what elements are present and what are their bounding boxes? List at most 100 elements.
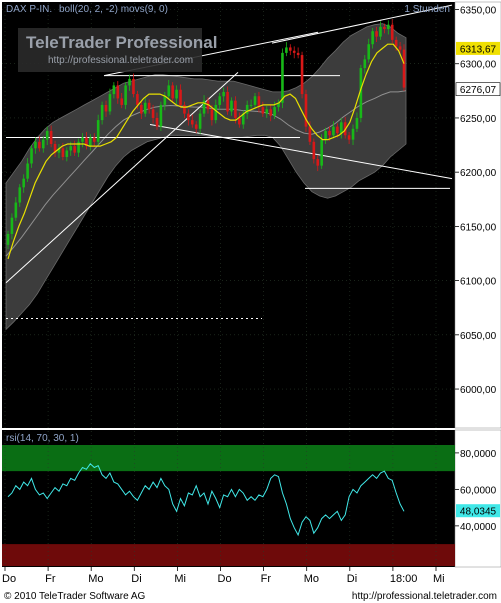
up-candle: [249, 104, 253, 106]
down-candle: [104, 104, 108, 112]
up-candle: [339, 122, 343, 134]
time-tick-label: Di: [347, 573, 357, 585]
time-tick-label: Mo: [88, 573, 103, 585]
down-candle: [347, 135, 351, 140]
down-candle: [394, 39, 398, 47]
up-candle: [18, 187, 22, 203]
up-candle: [379, 26, 382, 37]
down-candle: [328, 130, 331, 136]
up-candle: [253, 96, 257, 105]
up-candle: [163, 96, 167, 105]
down-candle: [61, 148, 65, 157]
rsi-tick-label: 80,0000: [460, 449, 497, 460]
down-candle: [383, 26, 386, 30]
down-candle: [312, 141, 316, 160]
rsi-tick-label: 60,0000: [460, 485, 497, 496]
down-candle: [120, 98, 124, 105]
up-candle: [230, 100, 233, 112]
up-candle: [371, 31, 374, 45]
up-candle: [100, 104, 104, 121]
up-candle: [41, 139, 45, 149]
down-candle: [92, 137, 96, 142]
up-candle: [363, 59, 367, 69]
up-candle: [324, 130, 327, 140]
time-tick-label: Mo: [304, 573, 319, 585]
up-candle: [34, 141, 37, 149]
up-candle: [45, 130, 49, 140]
down-candle: [187, 113, 190, 121]
time-tick-label: Fr: [45, 573, 56, 585]
down-candle: [136, 94, 139, 105]
time-tick-label: Do: [218, 573, 232, 585]
down-candle: [234, 100, 237, 118]
indicator-settings: boll(20, 2, -2) movs(9, 0): [59, 4, 168, 15]
time-tick-label: Mi: [174, 573, 186, 585]
up-candle: [69, 146, 73, 151]
price-tick-label: 6100,00: [460, 277, 497, 288]
down-candle: [375, 31, 378, 37]
down-candle: [292, 50, 296, 53]
down-candle: [261, 107, 265, 114]
secondary-price-value: 6276,07: [460, 85, 497, 96]
up-candle: [65, 150, 69, 157]
price-tick-label: 6000,00: [460, 385, 497, 396]
down-candle: [147, 102, 151, 110]
down-candle: [183, 104, 186, 114]
up-candle: [167, 85, 171, 97]
down-candle: [288, 47, 292, 51]
up-candle: [218, 96, 222, 105]
up-candle: [265, 109, 269, 114]
up-candle: [10, 217, 14, 234]
up-candle: [367, 44, 371, 60]
up-candle: [281, 52, 284, 103]
up-candle: [30, 148, 33, 164]
down-candle: [190, 120, 194, 125]
up-candle: [128, 78, 131, 86]
time-tick-label: 18:00: [390, 573, 418, 585]
watermark-title: TeleTrader Professional: [26, 33, 217, 52]
up-candle: [285, 47, 288, 53]
down-candle: [210, 109, 214, 121]
down-candle: [238, 117, 241, 125]
price-tick-label: 6150,00: [460, 222, 497, 233]
rsi-oversold-zone: [2, 544, 455, 566]
last-price-value: 6313,67: [460, 44, 497, 55]
price-tick-label: 6250,00: [460, 114, 497, 125]
footer-url[interactable]: http://professional.teletrader.com: [352, 591, 497, 602]
up-candle: [96, 120, 100, 142]
down-candle: [390, 24, 394, 40]
down-candle: [257, 96, 261, 108]
down-candle: [316, 159, 320, 166]
up-candle: [26, 163, 29, 179]
up-candle: [22, 178, 25, 188]
price-tick-label: 6300,00: [460, 60, 497, 71]
up-candle: [175, 89, 178, 99]
up-candle: [81, 137, 84, 142]
price-tick-label: 6200,00: [460, 168, 497, 179]
down-candle: [73, 146, 76, 153]
watermark-url: http://professional.teletrader.com: [48, 55, 193, 66]
down-candle: [116, 85, 120, 99]
instrument-name: DAX P-IN.: [6, 4, 52, 15]
price-tick-label: 6350,00: [460, 6, 497, 17]
down-candle: [140, 104, 143, 114]
up-candle: [6, 233, 10, 245]
down-candle: [398, 46, 402, 50]
down-candle: [336, 126, 339, 134]
down-candle: [49, 130, 53, 144]
up-candle: [273, 107, 276, 116]
up-candle: [332, 126, 335, 136]
down-candle: [308, 126, 312, 142]
rsi-settings: rsi(14, 70, 30, 1): [6, 433, 79, 444]
up-candle: [14, 202, 18, 218]
rsi-tick-label: 40,0000: [460, 522, 497, 533]
down-candle: [296, 52, 300, 56]
time-tick-label: Di: [131, 573, 141, 585]
rsi-value: 48,0345: [460, 507, 497, 518]
up-candle: [214, 104, 218, 121]
down-candle: [226, 91, 229, 112]
time-axis-ticks: Do Fr Mo Di Mi Do Fr Mo Di 18:00 Mi: [2, 567, 445, 585]
down-candle: [171, 85, 174, 99]
up-candle: [198, 113, 202, 129]
time-tick-label: Mi: [433, 573, 445, 585]
